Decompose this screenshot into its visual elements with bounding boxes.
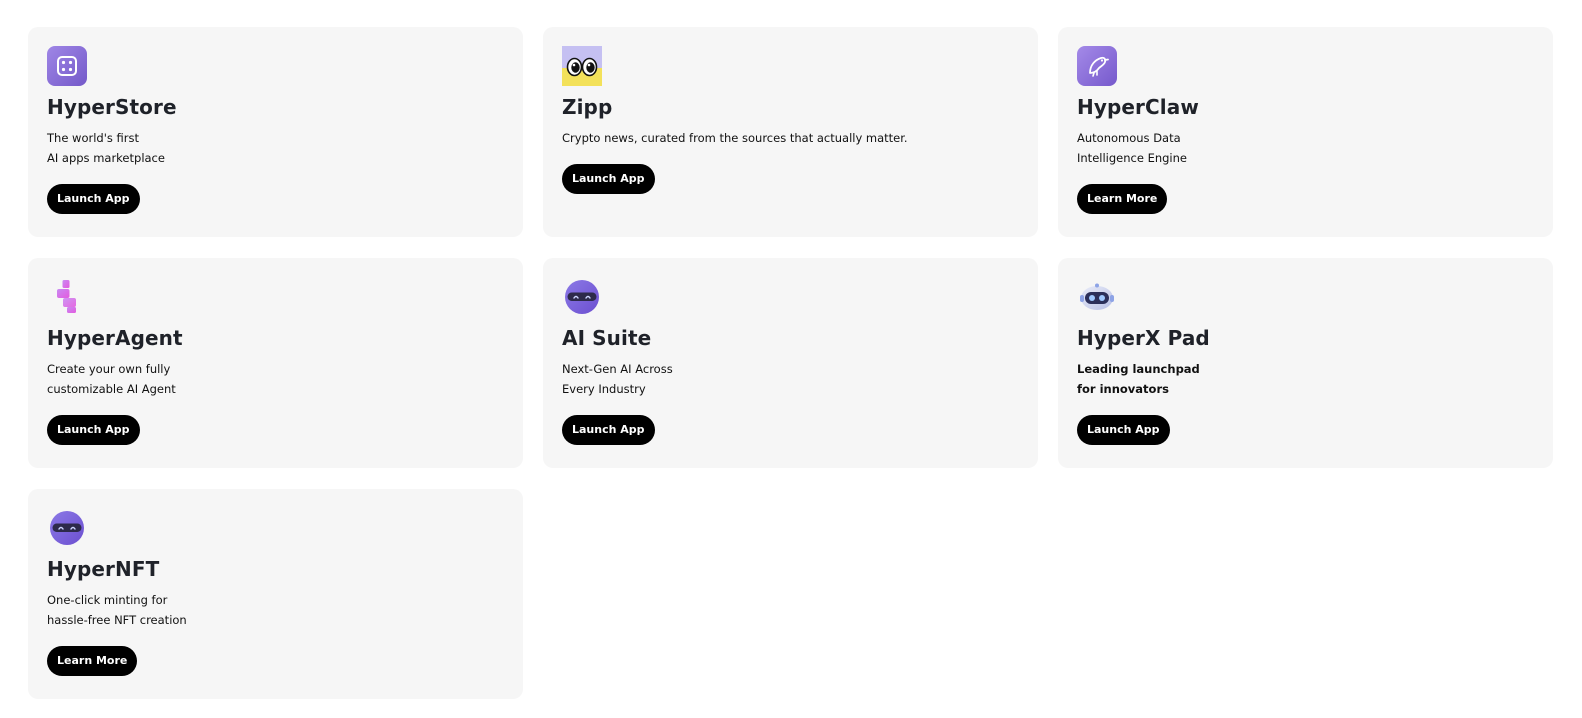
app-description: The world's first AI apps marketplace: [47, 128, 504, 168]
app-title: HyperClaw: [1077, 95, 1199, 119]
app-description-line: for innovators: [1077, 382, 1169, 396]
agent-icon: [47, 277, 87, 317]
dice-icon: [47, 46, 87, 86]
mask-icon: [562, 277, 602, 317]
app-card-ai-suite: AI Suite Next-Gen AI Across Every Indust…: [543, 258, 1038, 468]
app-card-hypernft: HyperNFT One-click minting for hassle-fr…: [28, 489, 523, 699]
launch-app-button[interactable]: Launch App: [1077, 415, 1170, 445]
launch-app-button[interactable]: Launch App: [47, 415, 140, 445]
app-title: HyperAgent: [47, 326, 183, 350]
app-description: Next-Gen AI Across Every Industry: [562, 359, 1019, 399]
app-title: Zipp: [562, 95, 613, 119]
launch-app-button[interactable]: Launch App: [562, 415, 655, 445]
app-title: HyperX Pad: [1077, 326, 1210, 350]
app-description: Crypto news, curated from the sources th…: [562, 128, 1019, 148]
robot-icon: [1077, 277, 1117, 317]
app-title: AI Suite: [562, 326, 652, 350]
learn-more-button[interactable]: Learn More: [1077, 184, 1168, 214]
app-description: One-click minting for hassle-free NFT cr…: [47, 590, 504, 630]
bird-icon: [1077, 46, 1117, 86]
app-description-line: Intelligence Engine: [1077, 151, 1187, 165]
app-description: Create your own fully customizable AI Ag…: [47, 359, 504, 399]
app-description: Leading launchpad for innovators: [1077, 359, 1534, 399]
app-card-hyperclaw: HyperClaw Autonomous Data Intelligence E…: [1058, 27, 1553, 237]
app-card-hyperstore: HyperStore The world's first AI apps mar…: [28, 27, 523, 237]
app-title: HyperStore: [47, 95, 177, 119]
app-grid: HyperStore The world's first AI apps mar…: [28, 27, 1553, 699]
app-description-line: Create your own fully: [47, 362, 171, 376]
app-description-line: Leading launchpad: [1077, 362, 1200, 376]
app-description-line: The world's first: [47, 131, 139, 145]
launch-app-button[interactable]: Launch App: [562, 164, 655, 194]
app-card-hyperagent: HyperAgent Create your own fully customi…: [28, 258, 523, 468]
app-description-line: One-click minting for: [47, 593, 168, 607]
app-card-zipp: Zipp Crypto news, curated from the sourc…: [543, 27, 1038, 237]
app-description-line: AI apps marketplace: [47, 151, 165, 165]
app-description-line: Every Industry: [562, 382, 646, 396]
app-description-line: Autonomous Data: [1077, 131, 1181, 145]
app-card-hyperx-pad: HyperX Pad Leading launchpad for innovat…: [1058, 258, 1553, 468]
app-description-line: customizable AI Agent: [47, 382, 176, 396]
app-title: HyperNFT: [47, 557, 160, 581]
learn-more-button[interactable]: Learn More: [47, 646, 138, 676]
app-description: Autonomous Data Intelligence Engine: [1077, 128, 1534, 168]
mask-icon: [47, 508, 87, 548]
eyes-icon: [562, 46, 602, 86]
app-description-line: Next-Gen AI Across: [562, 362, 673, 376]
app-description-line: hassle-free NFT creation: [47, 613, 187, 627]
app-description-line: Crypto news, curated from the sources th…: [562, 131, 908, 145]
launch-app-button[interactable]: Launch App: [47, 184, 140, 214]
